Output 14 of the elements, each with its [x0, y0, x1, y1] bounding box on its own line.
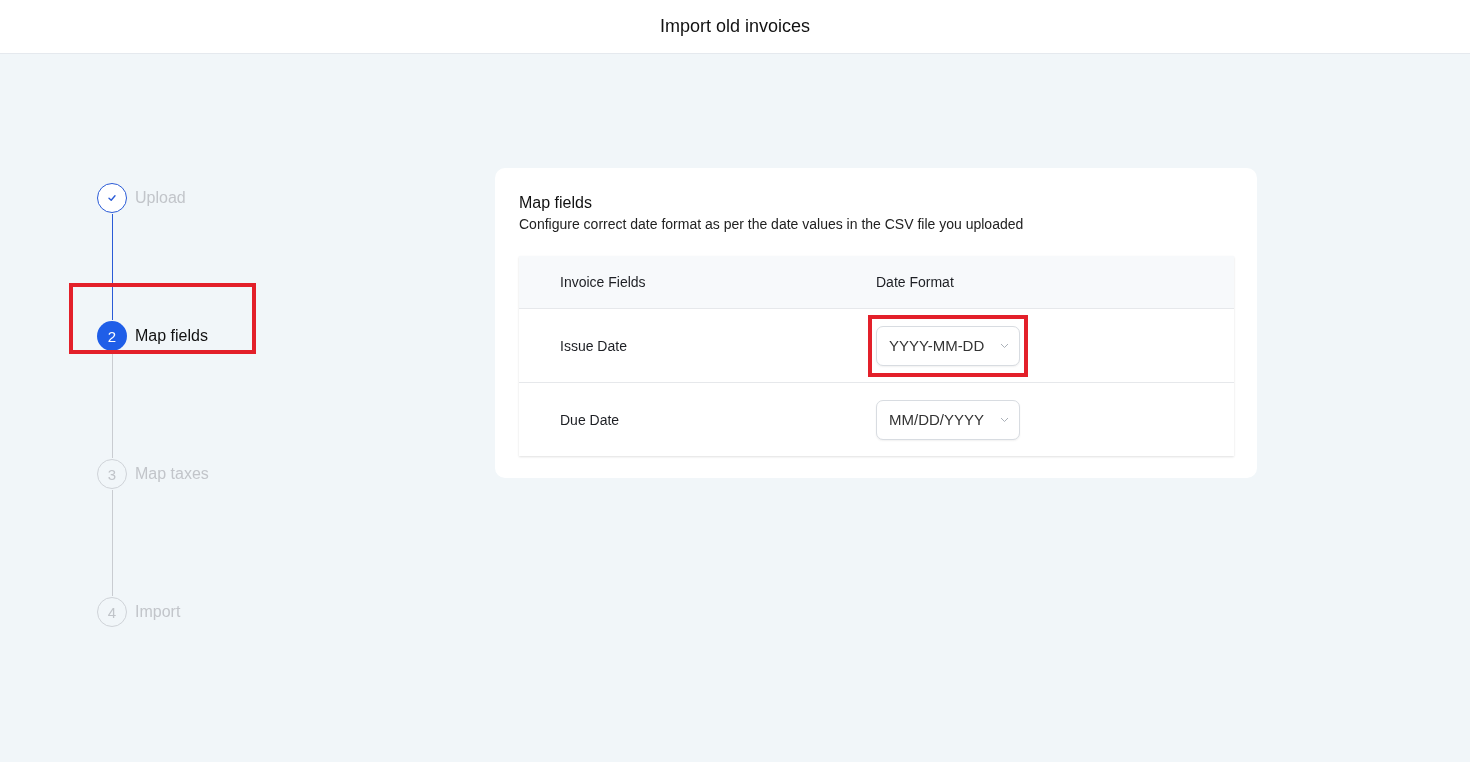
page-title: Import old invoices [659, 16, 811, 37]
caret-icon [1000, 416, 1009, 423]
table-cell-text: Issue Date [559, 337, 628, 354]
column-header: Invoice Fields [559, 274, 647, 290]
step-number: 2 [97, 321, 127, 351]
date-format-dropdown[interactable]: MM/DD/YYYY [876, 399, 1020, 440]
step-label[interactable]: Map fields [135, 327, 208, 345]
caret-icon [1000, 342, 1009, 349]
card-title: Map fields [519, 194, 593, 212]
check-icon [107, 193, 117, 203]
card-subtitle: Configure correct date format as per the date values in the CSV file you uploaded [519, 216, 1025, 232]
column-header: Date Format [876, 274, 955, 290]
date-format-dropdown[interactable]: YYYY-MM-DD [876, 325, 1020, 366]
table-cell-text: Due Date [559, 411, 621, 428]
